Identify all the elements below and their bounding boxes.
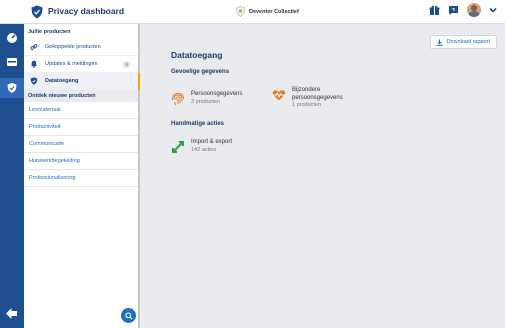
section-manual-actions: Handmatige acties	[171, 121, 225, 127]
card-title: Persoonsgegevens	[191, 91, 243, 97]
heartbeat-icon	[272, 90, 286, 101]
school-crest-icon	[236, 6, 245, 17]
card-personal-data[interactable]: Persoonsgegevens 3 producten	[171, 91, 242, 106]
sidebar-item-label: Gekoppelde producten	[45, 44, 101, 50]
gift-icon[interactable]	[429, 5, 440, 16]
card-subtitle: 142 acties	[191, 146, 217, 153]
section-sensitive-data: Gevoelige gegevens	[171, 69, 230, 75]
import-export-icon	[172, 141, 184, 153]
sidebar-section-products: Jullie producten	[28, 29, 71, 35]
sidebar-link-communicatie[interactable]: Communicatie	[24, 136, 138, 153]
sidebar-link-lesmateriaal[interactable]: Lesmateriaal	[24, 102, 138, 119]
main-content: Download rapport Datatoegang Gevoelige g…	[142, 24, 505, 328]
sidebar-section-discover: Ontdek nieuwe producten	[24, 90, 138, 102]
rail-dashboard-button[interactable]	[0, 28, 24, 48]
app-title: Privacy dashboard	[48, 6, 125, 16]
sidebar-item-updates[interactable]: Updates & meldingen 0	[24, 56, 138, 73]
search-button[interactable]	[121, 308, 136, 323]
rail-privacy-button[interactable]	[0, 78, 24, 98]
sidebar-item-data-access[interactable]: Datatoegang	[24, 73, 140, 90]
organization-selector[interactable]: Deventer Collectief	[236, 6, 299, 17]
link-icon	[30, 44, 38, 50]
download-report-button[interactable]: Download rapport	[429, 35, 497, 49]
avatar[interactable]	[467, 3, 481, 17]
shield-icon	[30, 77, 38, 85]
feedback-icon[interactable]	[448, 5, 459, 16]
card-title-line1: Bijzondere	[292, 87, 321, 93]
card-subtitle: 1 producten	[292, 102, 322, 108]
page-title: Datatoegang	[171, 50, 223, 60]
sidebar-item-linked-products[interactable]: Gekoppelde producten	[24, 39, 138, 56]
card-subtitle: 3 producten	[191, 98, 221, 105]
notification-count-badge: 0	[122, 60, 131, 68]
card-title-line2: persoonsgegevens	[292, 94, 343, 101]
card-title: Import & export	[191, 139, 233, 145]
gauge-icon	[7, 33, 17, 43]
chevron-down-icon[interactable]	[489, 6, 497, 14]
card-special-personal-data[interactable]: Bijzondere persoonsgegevens 1 producten	[272, 87, 343, 110]
sidebar-item-label: Updates & meldingen	[45, 61, 98, 67]
shield-icon	[31, 5, 43, 19]
download-icon	[436, 39, 443, 46]
shield-check-icon	[7, 83, 17, 93]
organization-name: Deventer Collectief	[249, 8, 299, 15]
bell-icon	[31, 60, 37, 68]
icon-rail	[0, 0, 24, 328]
top-header: Privacy dashboard Deventer Collectief	[0, 0, 505, 24]
search-icon	[124, 311, 133, 320]
sidebar-link-huiswerkbegeleiding[interactable]: Huiswerkbegeleiding	[24, 153, 138, 170]
sidebar-link-productiviteit[interactable]: Productiviteit	[24, 119, 138, 136]
download-report-label: Download rapport	[446, 39, 490, 45]
sidebar-link-professionalisering[interactable]: Professionalisering	[24, 170, 138, 187]
sidebar: Jullie producten Gekoppelde producten Up…	[24, 24, 140, 328]
fingerprint-icon	[172, 92, 184, 106]
header-actions	[429, 3, 497, 17]
brand-logo-icon	[6, 308, 17, 319]
rail-inbox-button[interactable]	[0, 52, 24, 72]
inbox-icon	[7, 58, 17, 66]
sidebar-item-label: Datatoegang	[45, 78, 79, 84]
card-import-export[interactable]: Import & export 142 acties	[171, 139, 232, 154]
